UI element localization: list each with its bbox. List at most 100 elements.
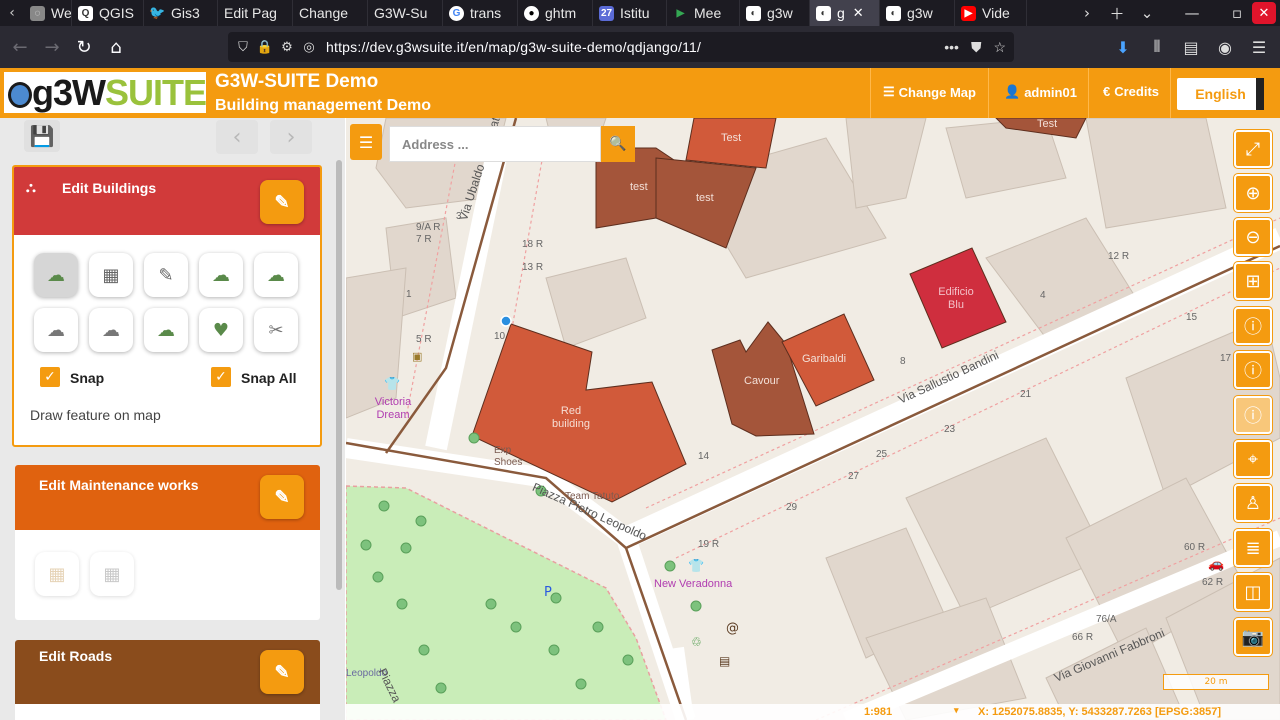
browser-tab[interactable]: ◐ g3w xyxy=(880,0,955,26)
add-record-tool[interactable]: ▦ xyxy=(35,552,79,596)
geolocation-button[interactable]: ⌖ xyxy=(1234,440,1272,478)
zoom-out-button[interactable]: ⊖ xyxy=(1234,218,1272,256)
browser-tab[interactable]: 27 Istitu xyxy=(593,0,667,26)
house-number: 13 R xyxy=(522,262,544,273)
restore-icon[interactable]: ▫ xyxy=(1222,0,1252,26)
change-map-button[interactable]: ☰ Change Map xyxy=(883,84,976,100)
close-window-icon[interactable]: ✕ xyxy=(1252,2,1276,24)
browser-tab[interactable]: Q QGIS xyxy=(72,0,144,26)
delete-feature-tool[interactable]: ☁ xyxy=(254,253,298,297)
permissions-icon[interactable]: ⚙ xyxy=(276,39,298,55)
query-polygon-button[interactable]: ⓘ xyxy=(1234,396,1272,434)
add-feature-tool[interactable]: ☁ xyxy=(34,253,78,297)
tab-scroll-right-icon[interactable]: › xyxy=(1072,0,1102,26)
house-number: 12 R xyxy=(1108,251,1130,262)
remove-part-tool[interactable]: ☁ xyxy=(89,308,133,352)
url-text[interactable]: https://dev.g3wsuite.it/en/map/g3w-suite… xyxy=(326,39,701,55)
chevron-down-icon[interactable]: ▾ xyxy=(954,705,959,716)
split-feature-tool[interactable]: ✂ xyxy=(254,308,298,352)
browser-tab[interactable]: ● ghtm xyxy=(518,0,593,26)
paste-feature-tool[interactable]: ☁ xyxy=(144,308,188,352)
check-icon: ✓ xyxy=(44,369,56,385)
house-number: 62 R xyxy=(1202,577,1224,588)
scale-select[interactable]: 1:981 xyxy=(864,706,892,718)
minimize-icon[interactable]: — xyxy=(1162,0,1222,26)
app-menu-icon[interactable]: ☰ xyxy=(1244,31,1274,63)
browser-tab[interactable]: ▶ Mee xyxy=(667,0,740,26)
tab-scroll-left-icon[interactable]: ‹ xyxy=(0,0,24,26)
list-tabs-icon[interactable]: ⌄ xyxy=(1132,0,1162,26)
browser-tab[interactable]: Edit Pag xyxy=(218,0,293,26)
bookmark-star-icon[interactable]: ☆ xyxy=(993,39,1006,56)
screenshot-button[interactable]: 📷 xyxy=(1234,618,1272,656)
language-select[interactable]: English xyxy=(1177,78,1264,110)
tracking-icon[interactable]: ◎ xyxy=(298,39,320,55)
building-label: Test xyxy=(1037,118,1058,130)
close-tab-icon[interactable]: ✕ xyxy=(853,5,864,21)
snap-all-checkbox[interactable]: ✓ xyxy=(211,367,231,387)
redo-icon[interactable]: › xyxy=(270,120,312,154)
check-icon: ✓ xyxy=(215,369,227,385)
paste-polygon-icon: ☁ xyxy=(157,319,175,341)
edit-vertex-tool[interactable]: ✎ xyxy=(144,253,188,297)
panel-header[interactable]: Edit Maintenance works ✎ xyxy=(15,465,320,530)
home-icon[interactable]: ⌂ xyxy=(100,31,132,63)
split-view-button[interactable]: ◫ xyxy=(1234,573,1272,611)
map-canvas[interactable]: 👕 👕 ▣ P @ ♲ ▤ 🚗 test test Test Test Red … xyxy=(346,118,1280,720)
attribute-table-tool[interactable]: ▦ xyxy=(89,253,133,297)
browser-tab[interactable]: ◐ g3w xyxy=(740,0,810,26)
sidebar-scrollbar[interactable] xyxy=(336,160,342,590)
save-icon[interactable]: 💾 xyxy=(24,120,60,152)
move-feature-tool[interactable]: ☁ xyxy=(199,253,243,297)
browser-tab-active[interactable]: ◐ g ✕ xyxy=(810,0,880,26)
snap-all-label: Snap All xyxy=(241,370,297,386)
browser-tab[interactable]: Gtrans xyxy=(443,0,518,26)
credits-button[interactable]: € Credits xyxy=(1103,84,1159,99)
back-icon[interactable]: ← xyxy=(4,31,36,63)
snap-checkbox[interactable]: ✓ xyxy=(40,367,60,387)
edit-pencil-button[interactable]: ✎ xyxy=(260,475,304,519)
pocket-icon[interactable]: ⛊ xyxy=(971,39,982,56)
address-search-input[interactable]: Address ... xyxy=(389,126,601,162)
sidebar-toggle-button[interactable]: ☰ xyxy=(350,124,382,160)
fullscreen-button[interactable]: ⤢ xyxy=(1234,130,1272,168)
euro-icon: € xyxy=(1103,84,1111,99)
edit-pencil-button[interactable]: ✎ xyxy=(260,650,304,694)
browser-tab[interactable]: Change xyxy=(293,0,368,26)
page-actions-icon[interactable]: ••• xyxy=(944,39,959,56)
g3w-logo[interactable]: g3W SUITE xyxy=(4,72,207,113)
panel-header[interactable]: ⛬ Edit Buildings ✎ xyxy=(14,167,320,235)
new-tab-icon[interactable]: ＋ xyxy=(1102,0,1132,26)
user-menu-button[interactable]: 👤 admin01 xyxy=(1004,84,1077,100)
shield-icon[interactable]: ⛉ xyxy=(232,39,254,55)
zoom-box-button[interactable]: ⊞ xyxy=(1234,262,1272,300)
forward-icon[interactable]: → xyxy=(36,31,68,63)
downloads-icon[interactable]: ⬇ xyxy=(1108,31,1138,63)
streetview-button[interactable]: ♙ xyxy=(1234,484,1272,522)
copy-feature-tool[interactable]: ☁ xyxy=(34,308,78,352)
panel-header[interactable]: Edit Roads ✎ xyxy=(15,640,320,704)
sidebar-toggle-icon[interactable]: ▤ xyxy=(1176,31,1206,63)
zoom-in-button[interactable]: ⊕ xyxy=(1234,174,1272,212)
browser-tab[interactable]: 🐦 Gis3 xyxy=(144,0,218,26)
g3w-icon: ◐ xyxy=(816,5,831,21)
parking-icon: P xyxy=(544,585,552,600)
query-button[interactable]: ⓘ xyxy=(1234,307,1272,345)
edit-pencil-button[interactable]: ✎ xyxy=(260,180,304,224)
browser-tab[interactable]: G3W-Su xyxy=(368,0,443,26)
browser-tab[interactable]: ◌Web xyxy=(24,0,72,26)
library-icon[interactable]: ⫴ xyxy=(1142,31,1172,63)
add-layer-button[interactable]: ≣ xyxy=(1234,529,1272,567)
browser-tab[interactable]: ▶ Vide xyxy=(955,0,1027,26)
search-button[interactable]: 🔍 xyxy=(601,126,635,162)
attribute-table-tool[interactable]: ▦ xyxy=(90,552,134,596)
account-icon[interactable]: ◉ xyxy=(1210,31,1240,63)
url-bar[interactable]: ⛉ 🔒 ⚙ ◎ https://dev.g3wsuite.it/en/map/g… xyxy=(228,32,1014,62)
house-number: 76/A xyxy=(1096,614,1117,625)
lock-icon[interactable]: 🔒 xyxy=(254,39,276,55)
merge-feature-tool[interactable]: ♥ xyxy=(199,308,243,352)
query-bbox-button[interactable]: ⓘ xyxy=(1234,351,1272,389)
pencil-icon: ✎ xyxy=(274,191,290,212)
undo-icon[interactable]: ‹ xyxy=(216,120,258,154)
reload-icon[interactable]: ↻ xyxy=(68,31,100,63)
